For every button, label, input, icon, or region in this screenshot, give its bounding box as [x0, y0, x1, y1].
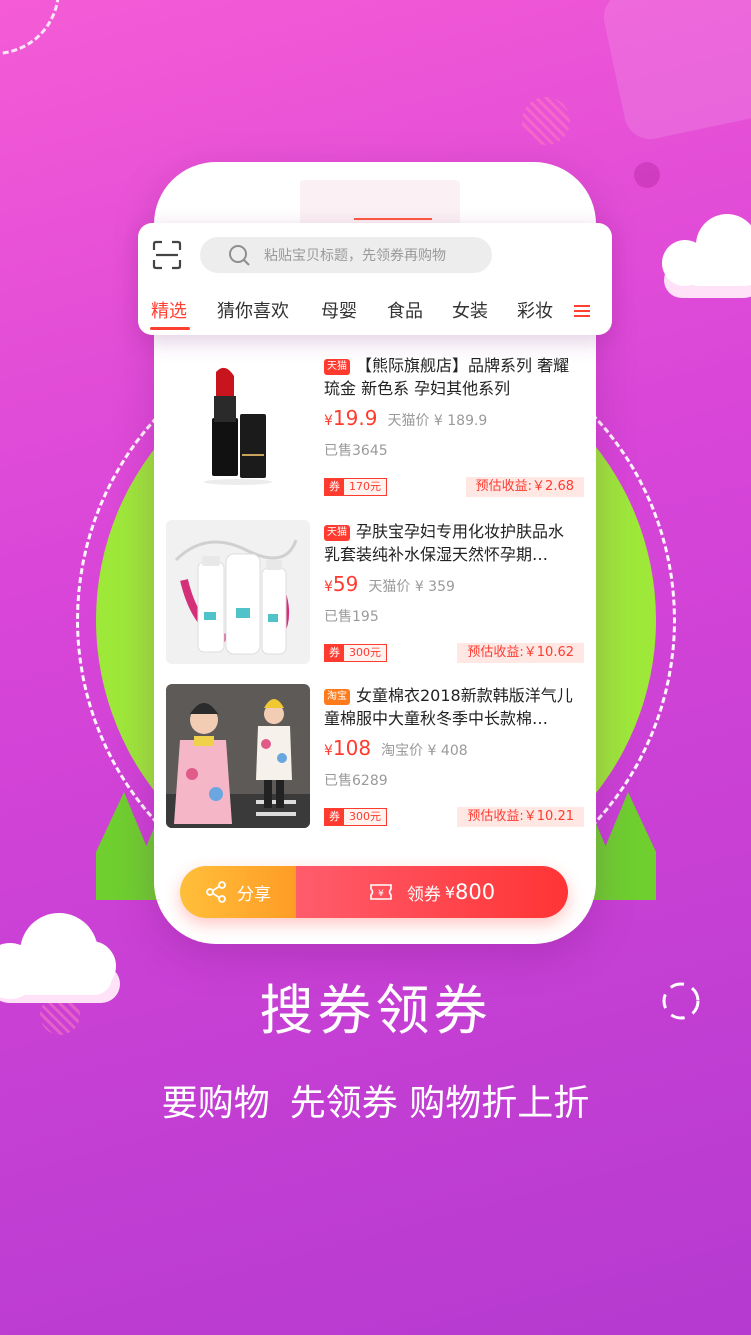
price: 59: [332, 572, 359, 596]
coupon-icon: ¥: [370, 884, 392, 900]
product-image-skincare: [166, 520, 310, 664]
product-title: 天猫 【熊际旗舰店】品牌系列 奢耀琉金 新色系 孕妇其他系列: [324, 356, 570, 398]
price-row: ¥ 108 淘宝价 ¥ 408: [324, 736, 468, 760]
search-header: 粘贴宝贝标题，先领券再购物 精选 猜你喜欢 母婴 食品 女装 彩妆: [138, 223, 612, 335]
original-price: 天猫价 ¥ 359: [368, 579, 455, 595]
taobao-badge: 淘宝: [324, 689, 350, 705]
estimated-earnings: 预估收益:￥10.62: [457, 643, 584, 663]
tab-mother-baby[interactable]: 母婴: [321, 297, 357, 323]
claim-coupon-button[interactable]: ¥ 领券 ¥ 800: [296, 866, 568, 918]
product-card[interactable]: 天猫 【熊际旗舰店】品牌系列 奢耀琉金 新色系 孕妇其他系列 ¥ 19.9 天猫价…: [166, 354, 584, 502]
loader-icon: [662, 982, 700, 1020]
share-icon: [206, 881, 226, 903]
product-image-kids-coat: [166, 684, 310, 828]
tab-makeup[interactable]: 彩妆: [517, 297, 553, 323]
search-placeholder: 粘贴宝贝标题，先领券再购物: [264, 248, 446, 264]
subline: 要购物 先领券 购物折上折: [161, 1083, 590, 1124]
active-tab-indicator: [150, 327, 190, 330]
bg-dot: [634, 162, 660, 188]
headline: 搜券领券: [259, 979, 492, 1042]
coupon-tag[interactable]: 券 300元: [324, 644, 387, 662]
tmall-badge: 天猫: [324, 525, 350, 541]
product-title: 天猫 孕肤宝孕妇专用化妆护肤品水乳套装纯补水保湿天然怀孕期…: [324, 522, 565, 564]
tab-womens-wear[interactable]: 女装: [452, 297, 488, 323]
estimated-earnings: 预估收益:￥2.68: [465, 477, 584, 497]
product-card[interactable]: 淘宝 女童棉衣2018新款韩版洋气儿童棉服中大童秋冬季中长款棉… ¥ 108 淘宝…: [166, 684, 584, 832]
sold-count: 已售195: [324, 609, 379, 625]
product-title: 淘宝 女童棉衣2018新款韩版洋气儿童棉服中大童秋冬季中长款棉…: [324, 686, 573, 728]
original-price: 淘宝价 ¥ 408: [381, 743, 468, 759]
tmall-badge: 天猫: [324, 359, 350, 375]
claim-amount: 800: [455, 880, 496, 904]
category-tabs: 精选 猜你喜欢 母婴 食品 女装 彩妆: [138, 289, 612, 335]
menu-icon[interactable]: [574, 303, 590, 319]
original-price: 天猫价 ¥ 189.9: [387, 413, 488, 429]
sold-count: 已售6289: [324, 773, 388, 789]
tab-featured[interactable]: 精选: [151, 297, 187, 323]
price: 19.9: [332, 406, 378, 430]
action-bar: 分享 ¥ 领券 ¥ 800: [180, 866, 568, 918]
product-card[interactable]: 天猫 孕肤宝孕妇专用化妆护肤品水乳套装纯补水保湿天然怀孕期… ¥ 59 天猫价 ¥…: [166, 520, 584, 668]
claim-label: 领券: [406, 884, 441, 905]
sold-count: 已售3645: [324, 443, 388, 459]
svg-text:¥: ¥: [378, 889, 384, 899]
price: 108: [332, 736, 372, 760]
share-label: 分享: [237, 884, 271, 905]
search-icon: [229, 245, 250, 266]
estimated-earnings: 预估收益:￥10.21: [457, 807, 584, 827]
bg-stripes: [522, 97, 570, 145]
search-input[interactable]: 粘贴宝贝标题，先领券再购物: [200, 237, 492, 273]
product-image-lipstick: [166, 354, 310, 498]
cloud-right: [662, 210, 751, 300]
bg-rounded-square: [599, 0, 751, 144]
scan-icon[interactable]: [152, 240, 182, 270]
price-row: ¥ 19.9 天猫价 ¥ 189.9: [324, 406, 488, 430]
coupon-tag[interactable]: 券 170元: [324, 478, 387, 496]
tab-food[interactable]: 食品: [387, 297, 423, 323]
tab-guess-you-like[interactable]: 猜你喜欢: [217, 297, 289, 323]
price-row: ¥ 59 天猫价 ¥ 359: [324, 572, 455, 596]
phone-status-area: [154, 162, 596, 228]
share-button[interactable]: 分享: [180, 866, 296, 918]
coupon-tag[interactable]: 券 300元: [324, 808, 387, 826]
bg-dashed-circle: [0, 0, 60, 55]
